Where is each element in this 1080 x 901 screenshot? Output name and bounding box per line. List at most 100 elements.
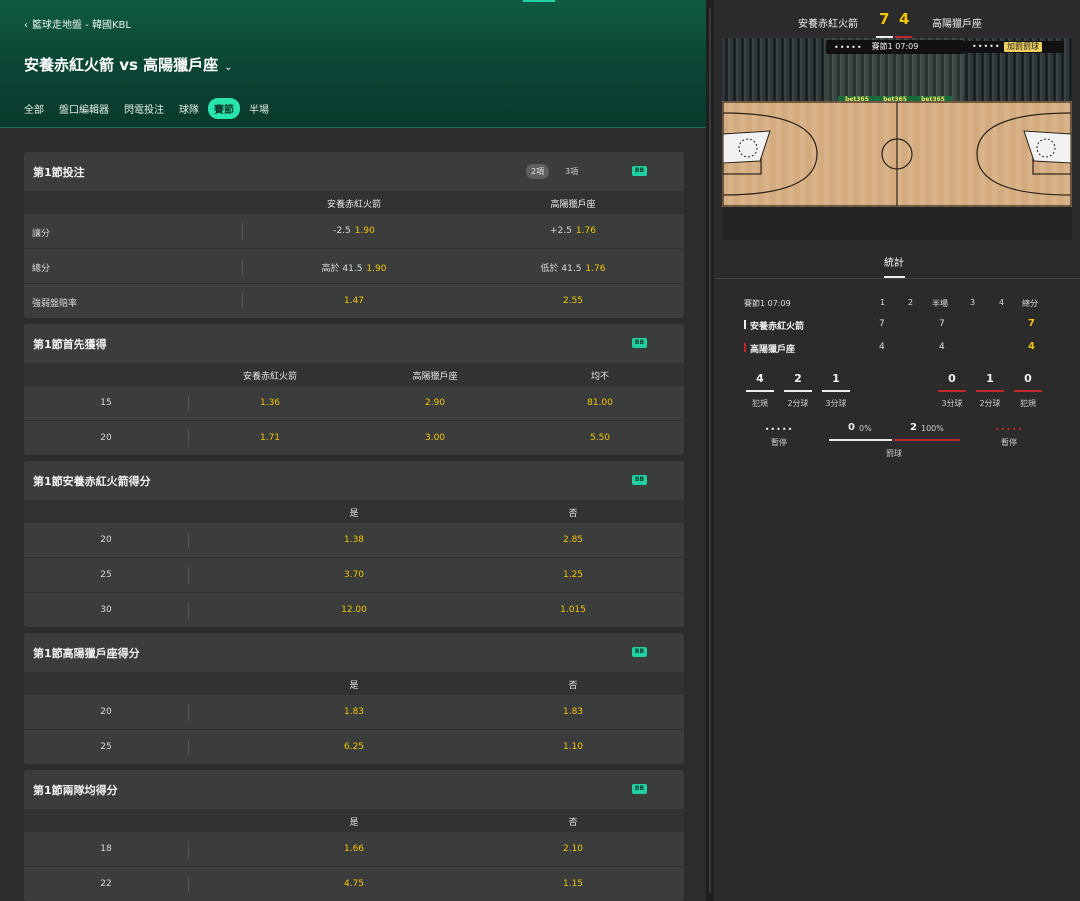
team-name: 安養赤紅火箭 — [750, 322, 805, 332]
option-toggle-0[interactable]: 2項 — [526, 164, 550, 179]
odds-button[interactable]: 1.38 — [344, 535, 364, 545]
odds-button[interactable]: 1.83 — [344, 707, 364, 717]
market-header[interactable]: 第1節投注 2項 3項 BB — [24, 152, 684, 191]
odds-button[interactable]: 低於 41.5 1.76 — [541, 261, 606, 274]
stat-value: 0 — [1024, 372, 1032, 385]
option-toggle-1[interactable]: 3項 — [560, 164, 583, 179]
odds-button[interactable]: 3.00 — [425, 433, 445, 443]
odds-button[interactable]: 高於 41.5 1.90 — [322, 261, 387, 274]
column-label: 高陽獵戶座 — [412, 372, 458, 382]
row-divider — [188, 430, 189, 447]
odds-button[interactable]: +2.5 1.76 — [550, 226, 596, 236]
odds-value: 1.76 — [585, 264, 606, 274]
panel-scrollbar[interactable] — [706, 0, 714, 901]
team-name: 高陽獵戶座 — [750, 345, 796, 355]
market-header[interactable]: 第1節高陽獵戶座得分 BB — [24, 633, 684, 672]
away-free-throw-bar — [894, 439, 960, 441]
stat-label: 2分球 — [979, 399, 1001, 408]
row-divider — [188, 704, 189, 721]
team-color-bar — [744, 320, 746, 329]
table-row: 讓分 -2.5 1.90 +2.5 1.76 — [24, 213, 684, 248]
home-timeout-dots-overlay: ••••• — [834, 43, 863, 52]
scrollbar-thumb[interactable] — [709, 8, 711, 893]
odds-button[interactable]: 1.015 — [560, 605, 586, 615]
bet-builder-badge: BB — [632, 784, 647, 794]
game-clock-text: 賽節1 07:09 — [871, 42, 919, 51]
stat-label: 2分球 — [787, 399, 809, 408]
period-clock: 賽節1 07:09 — [744, 299, 791, 308]
odds-button[interactable]: 2.85 — [563, 535, 583, 545]
odds-button[interactable]: 5.50 — [590, 433, 610, 443]
live-court-view[interactable]: 賽節1 07:09 ••••• ••••• 加罰罰球 bet365 bet365 be… — [722, 38, 1072, 240]
market-card: 第1節投注 2項 3項 BB 安養赤紅火箭 高陽獵戶座 讓分 -2.5 1.90 +2.5 1.76… — [24, 152, 684, 318]
tab-stats[interactable]: 統計 — [884, 254, 904, 269]
stats-divider — [714, 278, 1080, 279]
odds-button[interactable]: 1.83 — [563, 707, 583, 717]
odds-button[interactable]: 1.47 — [344, 296, 364, 306]
market-header[interactable]: 第1節兩隊均得分 BB — [24, 770, 684, 809]
period-header: 1 — [880, 298, 886, 307]
tab-3[interactable]: 球隊 — [173, 98, 205, 119]
row-divider — [188, 532, 189, 549]
away-timeouts: ••••• 暫停 — [994, 426, 1024, 448]
odds-button[interactable]: 1.15 — [563, 879, 583, 889]
bet-builder-badge: BB — [632, 166, 647, 176]
chevron-left-icon[interactable]: ‹ — [24, 20, 28, 31]
table-row: 總分 高於 41.5 1.90 低於 41.5 1.76 — [24, 248, 684, 283]
period-header: 2 — [908, 298, 914, 307]
tab-5[interactable]: 半場 — [243, 98, 275, 119]
stat-label: 犯規 — [1020, 399, 1036, 408]
tab-2[interactable]: 閃電投注 — [118, 98, 170, 119]
column-header: 是否 — [24, 672, 684, 694]
line-value: 18 — [100, 844, 112, 854]
odds-button[interactable]: 1.66 — [344, 844, 364, 854]
page-title[interactable]: 安養赤紅火箭 vs 高陽獵戶座 ⌄ — [24, 54, 233, 75]
odds-button[interactable]: 6.25 — [344, 742, 364, 752]
odds-button[interactable]: -2.5 1.90 — [333, 226, 375, 236]
odds-button[interactable]: 1.36 — [260, 398, 280, 408]
market-title: 第1節兩隊均得分 — [33, 783, 118, 797]
stat-value: 4 — [756, 372, 764, 385]
stat-label: 3分球 — [825, 399, 847, 408]
home_stats-stat: 2 2分球 — [784, 372, 812, 409]
column-label: 否 — [568, 681, 578, 691]
stat-underline — [746, 390, 774, 392]
odds-value: 1.90 — [354, 226, 375, 236]
tab-0[interactable]: 全部 — [18, 98, 50, 119]
event-overlay: ••••• 加罰罰球 — [964, 41, 1064, 53]
stat-underline — [938, 390, 966, 392]
chevron-down-icon[interactable]: ⌄ — [224, 62, 232, 73]
match-header: ‹ 籃球走地盤 - 韓國KBL 安養赤紅火箭 vs 高陽獵戶座 ⌄ 全部 盤口編輯器閃… — [0, 0, 706, 128]
table-row: 18 1.66 2.10 — [24, 831, 684, 866]
tab-4[interactable]: 賽節 — [208, 98, 240, 119]
odds-button[interactable]: 2.90 — [425, 398, 445, 408]
odds-button[interactable]: 12.00 — [341, 605, 367, 615]
tab-1[interactable]: 盤口編輯器 — [53, 98, 115, 119]
row-divider — [188, 567, 189, 584]
odds-button[interactable]: 1.10 — [563, 742, 583, 752]
away-free-throws: 2 — [910, 422, 917, 433]
total-score: 4 — [1028, 341, 1035, 352]
handicap-value: +2.5 — [550, 226, 572, 236]
row-label: 強弱盤賠率 — [32, 299, 78, 309]
line-value: 20 — [100, 433, 112, 443]
basketball-court-icon — [722, 101, 1072, 240]
odds-button[interactable]: 3.70 — [344, 570, 364, 580]
away_stats-stat: 0 3分球 — [938, 372, 966, 409]
odds-button[interactable]: 81.00 — [587, 398, 613, 408]
market-header[interactable]: 第1節首先獲得 BB — [24, 324, 684, 363]
line-value: 25 — [100, 742, 112, 752]
scoreboard-home-team: 安養赤紅火箭 — [798, 19, 858, 30]
stat-value: 1 — [986, 372, 994, 385]
bet-builder-badge: BB — [632, 475, 647, 485]
market-title: 第1節安養赤紅火箭得分 — [33, 474, 151, 488]
odds-button[interactable]: 1.25 — [563, 570, 583, 580]
breadcrumb-label[interactable]: 籃球走地盤 - 韓國KBL — [32, 20, 131, 31]
market-header[interactable]: 第1節安養赤紅火箭得分 BB — [24, 461, 684, 500]
odds-button[interactable]: 4.75 — [344, 879, 364, 889]
odds-button[interactable]: 2.10 — [563, 844, 583, 854]
odds-button[interactable]: 2.55 — [563, 296, 583, 306]
table-row: 20 1.83 1.83 — [24, 694, 684, 729]
breadcrumb[interactable]: ‹ 籃球走地盤 - 韓國KBL — [24, 16, 131, 31]
odds-button[interactable]: 1.71 — [260, 433, 280, 443]
